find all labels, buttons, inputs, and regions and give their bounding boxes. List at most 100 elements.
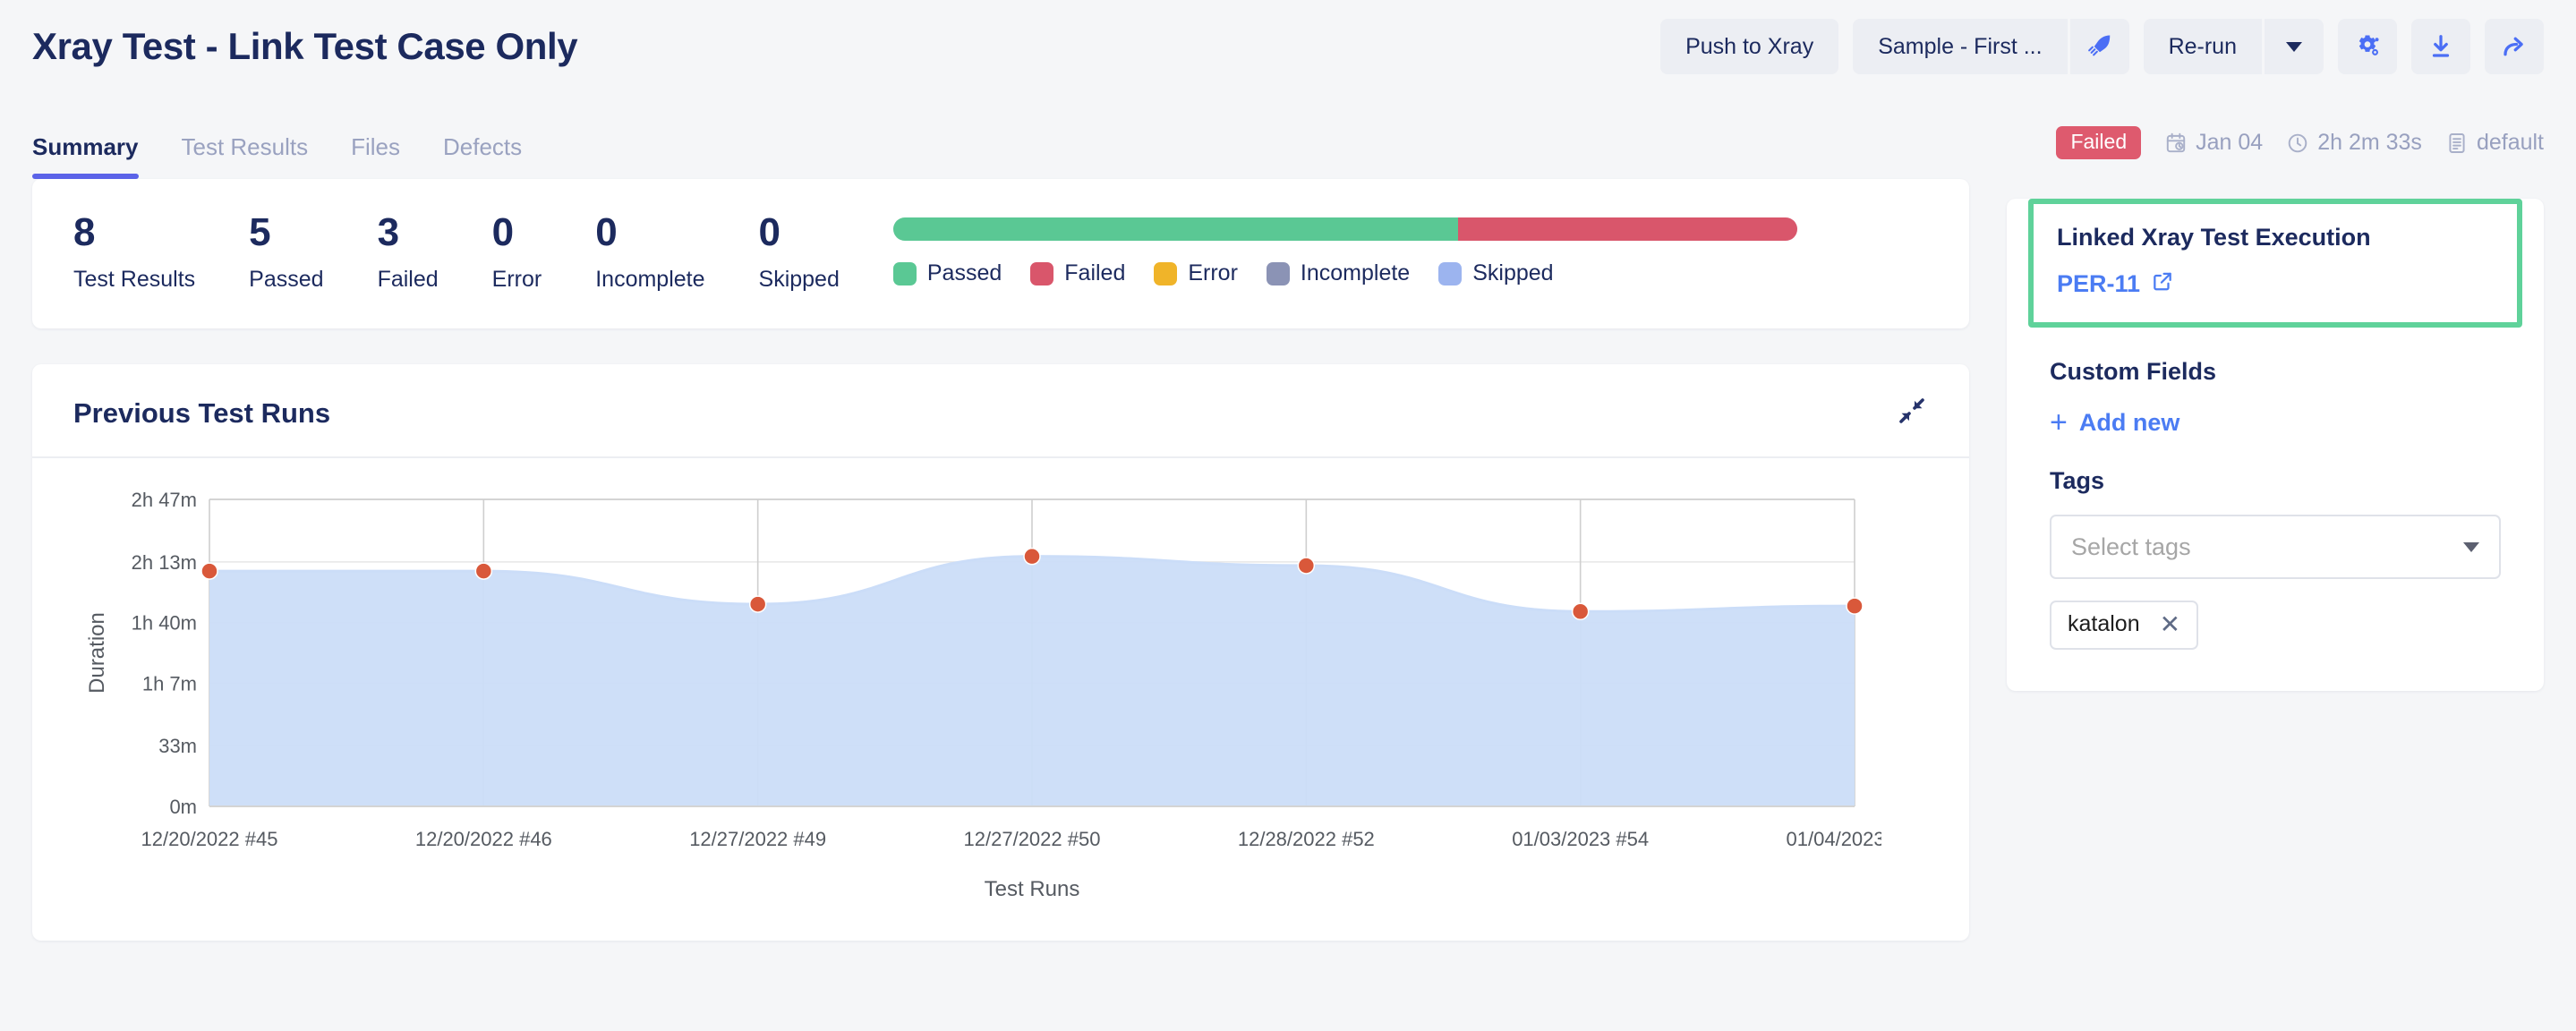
main-column: 8 Test Results 5 Passed 3 Failed 0 Error…: [32, 179, 1969, 941]
meta-profile: default: [2445, 130, 2544, 156]
legend-swatch: [893, 262, 917, 285]
data-point[interactable]: [201, 563, 218, 579]
x-axis-tick-label: 12/27/2022 #49: [689, 828, 826, 850]
calendar-clock-icon: [2164, 132, 2188, 155]
linked-issue-link[interactable]: PER-11: [2057, 269, 2494, 299]
sample-profile-group: Sample - First ...: [1853, 19, 2128, 74]
list-document-icon: [2445, 132, 2469, 155]
stat-value: 0: [759, 211, 840, 254]
stat-label: Test Results: [73, 267, 195, 293]
chevron-down-icon: [2286, 42, 2302, 52]
data-point[interactable]: [1024, 549, 1040, 565]
y-axis-tick-label: 0m: [169, 796, 197, 818]
x-axis-tick-label: 12/20/2022 #46: [415, 828, 552, 850]
tags-select-placeholder: Select tags: [2071, 533, 2191, 561]
stat-value: 8: [73, 211, 195, 254]
legend-swatch: [1154, 262, 1177, 285]
stat-error: 0 Error: [492, 211, 542, 293]
previous-test-runs-card: Previous Test Runs 2h 47m2h 13m1h 40m1h …: [32, 364, 1969, 941]
close-icon[interactable]: ✕: [2160, 612, 2180, 637]
stat-value: 0: [595, 211, 704, 254]
rerun-button[interactable]: Re-run: [2144, 19, 2262, 74]
data-point[interactable]: [1847, 599, 1863, 615]
tabs-row: Summary Test Results Files Defects Faile…: [32, 93, 2544, 179]
meta-date: Jan 04: [2164, 130, 2263, 156]
rocket-icon-button[interactable]: [2070, 19, 2129, 74]
x-axis-title: Test Runs: [985, 877, 1080, 900]
share-button[interactable]: [2485, 19, 2544, 74]
tab-summary[interactable]: Summary: [32, 133, 139, 179]
data-point[interactable]: [750, 596, 766, 612]
download-icon: [2427, 33, 2454, 60]
stat-label: Error: [492, 267, 542, 293]
stat-skipped: 0 Skipped: [759, 211, 840, 293]
page-header: Xray Test - Link Test Case Only Push to …: [0, 0, 2576, 179]
progress-block: Passed Failed Error Incomplete Skipped: [893, 217, 1797, 286]
data-point[interactable]: [1573, 604, 1589, 620]
previous-test-runs-chart: 2h 47m2h 13m1h 40m1h 7m33m0m12/20/2022 #…: [73, 489, 1881, 900]
tags-title: Tags: [2050, 467, 2501, 495]
meta-date-label: Jan 04: [2196, 130, 2263, 156]
stat-test-results: 8 Test Results: [73, 211, 195, 293]
stats-group: 8 Test Results 5 Passed 3 Failed 0 Error…: [73, 211, 840, 293]
download-button[interactable]: [2411, 19, 2470, 74]
chart-title: Previous Test Runs: [73, 397, 330, 430]
legend-label: Passed: [927, 260, 1002, 286]
stat-value: 3: [378, 211, 439, 254]
details-panel: Linked Xray Test Execution PER-11 Custom…: [2007, 199, 2544, 691]
settings-gears-icon: [2353, 32, 2382, 61]
settings-button[interactable]: [2338, 19, 2397, 74]
x-axis-tick-label: 12/28/2022 #52: [1238, 828, 1375, 850]
custom-fields-title: Custom Fields: [2050, 358, 2501, 386]
tag-chip: katalon ✕: [2050, 601, 2198, 650]
sample-profile-button[interactable]: Sample - First ...: [1853, 19, 2067, 74]
legend-label: Skipped: [1472, 260, 1553, 286]
y-axis-tick-label: 33m: [158, 736, 197, 758]
data-point[interactable]: [1298, 558, 1314, 574]
legend-item-incomplete: Incomplete: [1267, 260, 1410, 286]
stat-value: 5: [249, 211, 323, 254]
tags-select[interactable]: Select tags: [2050, 515, 2501, 579]
page-title: Xray Test - Link Test Case Only: [32, 25, 577, 68]
stat-incomplete: 0 Incomplete: [595, 211, 704, 293]
legend-item-passed: Passed: [893, 260, 1002, 286]
meta-duration: 2h 2m 33s: [2286, 130, 2422, 156]
tab-test-results[interactable]: Test Results: [182, 133, 309, 179]
legend-label: Incomplete: [1301, 260, 1410, 286]
run-meta: Failed Jan 04: [2056, 126, 2544, 179]
legend-label: Failed: [1064, 260, 1125, 286]
stat-passed: 5 Passed: [249, 211, 323, 293]
legend-item-error: Error: [1154, 260, 1238, 286]
stat-label: Passed: [249, 267, 323, 293]
status-badge: Failed: [2056, 126, 2141, 159]
x-axis-tick-label: 01/03/2023 #54: [1512, 828, 1649, 850]
legend-item-failed: Failed: [1030, 260, 1125, 286]
share-icon: [2501, 33, 2528, 60]
stat-value: 0: [492, 211, 542, 254]
progress-legend: Passed Failed Error Incomplete Skipped: [893, 260, 1797, 286]
data-point[interactable]: [475, 563, 491, 579]
add-new-custom-field-button[interactable]: + Add new: [2050, 409, 2501, 437]
tab-list: Summary Test Results Files Defects: [32, 93, 522, 179]
add-new-label: Add new: [2079, 409, 2180, 437]
legend-label: Error: [1188, 260, 1238, 286]
clock-icon: [2286, 132, 2309, 155]
summary-stats-card: 8 Test Results 5 Passed 3 Failed 0 Error…: [32, 179, 1969, 328]
linked-issue-key: PER-11: [2057, 270, 2140, 298]
x-axis-tick-label: 12/20/2022 #45: [141, 828, 278, 850]
tab-files[interactable]: Files: [351, 133, 400, 179]
rocket-icon: [2086, 33, 2113, 60]
meta-duration-label: 2h 2m 33s: [2317, 130, 2422, 156]
tag-chip-label: katalon: [2068, 611, 2140, 637]
header-toolbar: Push to Xray Sample - First ... Re-run: [1660, 19, 2544, 74]
rerun-dropdown-button[interactable]: [2265, 19, 2324, 74]
plus-icon: +: [2050, 411, 2068, 435]
collapse-arrows-icon[interactable]: [1896, 395, 1928, 431]
tab-defects[interactable]: Defects: [443, 133, 522, 179]
push-to-xray-button[interactable]: Push to Xray: [1660, 19, 1838, 74]
progress-segment-failed: [1458, 217, 1797, 241]
meta-profile-label: default: [2477, 130, 2544, 156]
progress-segment-passed: [893, 217, 1458, 241]
x-axis-tick-label: 01/04/2023 #56: [1787, 828, 1881, 850]
linked-title: Linked Xray Test Execution: [2057, 224, 2494, 251]
